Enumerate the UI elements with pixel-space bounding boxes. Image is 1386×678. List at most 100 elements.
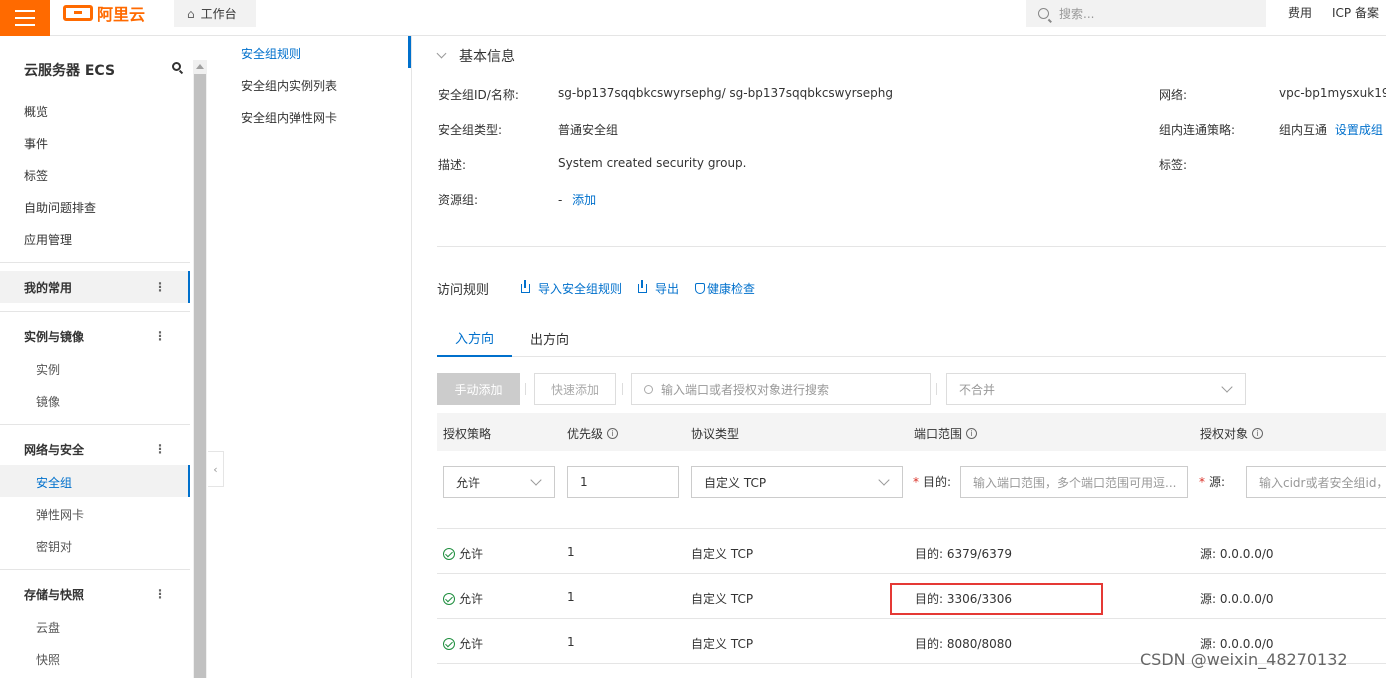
sidebar-group-storage-snapshots[interactable]: 存储与快照 ⋮ [0,578,190,610]
manual-add-button[interactable]: 手动添加 [437,373,520,405]
quick-add-button[interactable]: 快速添加 [534,373,616,405]
basic-info-header[interactable]: 基本信息 [436,46,515,66]
scroll-up-icon[interactable] [196,64,204,69]
sidebar-item-security-group[interactable]: 安全组 [36,474,72,491]
sidebar-item-instances[interactable]: 实例 [36,361,60,378]
sidebar: 云服务器 ECS 概览 事件 标签 自助问题排查 应用管理 我的常用 ⋮ 实例与… [0,36,193,678]
sidebar-scrollbar[interactable] [193,60,207,678]
sidebar-group-network-security[interactable]: 网络与安全 ⋮ [0,433,190,465]
sidebar-item-eni[interactable]: 弹性网卡 [36,506,84,523]
policy-text: 允许 [459,547,484,561]
info-icon[interactable]: i [1252,428,1264,439]
sidebar-item-images[interactable]: 镜像 [36,393,60,410]
policy-select[interactable]: 允许 [443,466,555,498]
info-value-desc: System created security group. [558,156,747,170]
rule-source: 源: 0.0.0.0/0 [1200,592,1274,606]
tab-inbound[interactable]: 入方向 [437,319,512,357]
port-placeholder: 输入端口范围，多个端口范围可用逗... [973,475,1177,490]
merge-select[interactable]: 不合并 [946,373,1246,405]
export-label: 导出 [655,282,680,296]
sidebar-search-icon[interactable] [172,62,181,71]
check-circle-icon [443,548,455,560]
row-divider [437,528,1386,529]
sidebar-item-disks[interactable]: 云盘 [36,619,60,636]
priority-input[interactable]: 1 [567,466,679,498]
subnav-active-indicator [408,36,411,68]
export-button[interactable]: 导出 [638,280,679,297]
tab-label: 出方向 [529,332,569,348]
rule-port: 目的: 8080/8080 [915,637,1012,651]
col-port: 端口范围 i [914,425,978,442]
more-icon[interactable]: ⋮ [154,443,166,455]
tab-outbound[interactable]: 出方向 [512,319,587,357]
tab-label: 入方向 [454,331,494,347]
highlight-annotation-box [890,583,1103,615]
divider [0,569,190,570]
hamburger-menu-icon[interactable] [0,0,50,36]
info-label-type: 安全组类型: [438,123,503,137]
sidebar-item-keypairs[interactable]: 密钥对 [36,538,72,555]
policy-value: 组内互通 [1279,123,1328,137]
row-divider [437,618,1386,619]
subnav-item-eni[interactable]: 安全组内弹性网卡 [241,109,337,126]
collapse-sidebar-button[interactable]: ‹ [208,451,224,487]
group-label: 网络与安全 [24,442,85,457]
main-content: 基本信息 安全组ID/名称: sg-bp137sqqbkcswyrsephg/ … [412,36,1386,678]
port-range-input[interactable]: 输入端口范围，多个端口范围可用逗... [960,466,1188,498]
import-rules-button[interactable]: 导入安全组规则 [521,280,622,297]
sidebar-group-favorites[interactable]: 我的常用 ⋮ [0,271,190,303]
security-group-subnav: 安全组规则 安全组内实例列表 安全组内弹性网卡 [208,36,412,678]
rule-policy: 允许 [443,545,483,562]
col-label: 协议类型 [691,427,740,441]
home-icon: ⌂ [187,6,195,21]
row-divider [437,573,1386,574]
global-search-input[interactable]: 搜索... [1026,0,1266,27]
billing-link[interactable]: 费用 [1288,4,1312,21]
sidebar-item-overview[interactable]: 概览 [24,103,48,120]
info-icon[interactable]: i [607,428,619,439]
source-placeholder: 输入cidr或者安全组id， [1259,475,1386,490]
divider [0,424,190,425]
subnav-item-rules[interactable]: 安全组规则 [241,45,301,62]
sidebar-active-bg [0,465,190,497]
add-resource-group-link[interactable]: 添加 [572,193,596,207]
sidebar-item-events[interactable]: 事件 [24,135,48,152]
info-label-network: 网络: [1159,88,1188,102]
aliyun-logo[interactable]: 阿里云 [63,2,145,24]
info-value-network[interactable]: vpc-bp1mysxuk19v2 [1279,86,1386,100]
sidebar-item-tags[interactable]: 标签 [24,167,48,184]
section-title: 基本信息 [459,49,515,65]
search-placeholder: 输入端口或者授权对象进行搜索 [661,382,830,397]
more-icon[interactable]: ⋮ [154,588,166,600]
group-label: 实例与镜像 [24,329,85,344]
source-input[interactable]: 输入cidr或者安全组id， [1246,466,1386,498]
watermark: CSDN @weixin_48270132 [1140,650,1348,669]
health-check-button[interactable]: 健康检查 [695,280,755,297]
protocol-select[interactable]: 自定义 TCP [691,466,903,498]
col-protocol: 协议类型 [691,425,739,442]
sidebar-item-troubleshoot[interactable]: 自助问题排查 [24,199,96,216]
sidebar-item-snapshots[interactable]: 快照 [36,651,60,668]
policy-value: 允许 [456,475,481,490]
col-label: 授权对象 [1200,427,1249,441]
info-value-id: sg-bp137sqqbkcswyrsephg/ sg-bp137sqqbkcs… [558,86,893,100]
more-icon[interactable]: ⋮ [154,281,166,293]
chevron-left-icon: ‹ [213,462,218,476]
search-placeholder: 搜索... [1059,7,1095,21]
sidebar-group-instances-images[interactable]: 实例与镜像 ⋮ [0,320,190,352]
set-policy-link[interactable]: 设置成组 [1335,123,1383,137]
subnav-item-instances[interactable]: 安全组内实例列表 [241,77,337,94]
aliyun-logo-icon [63,5,93,21]
info-value-resource-group: - 添加 [558,191,596,208]
sidebar-item-app-management[interactable]: 应用管理 [24,231,72,248]
icp-link[interactable]: ICP 备案 [1332,4,1379,21]
more-icon[interactable]: ⋮ [154,330,166,342]
chevron-down-icon [436,48,447,59]
workbench-button[interactable]: ⌂ 工作台 [174,0,256,27]
policy-text: 允许 [459,592,484,606]
info-icon[interactable]: i [966,428,978,439]
rule-search-input[interactable]: 输入端口或者授权对象进行搜索 [631,373,931,405]
check-circle-icon [443,638,455,650]
info-label-policy: 组内连通策略: [1159,123,1236,137]
scrollbar-thumb[interactable] [194,74,206,678]
